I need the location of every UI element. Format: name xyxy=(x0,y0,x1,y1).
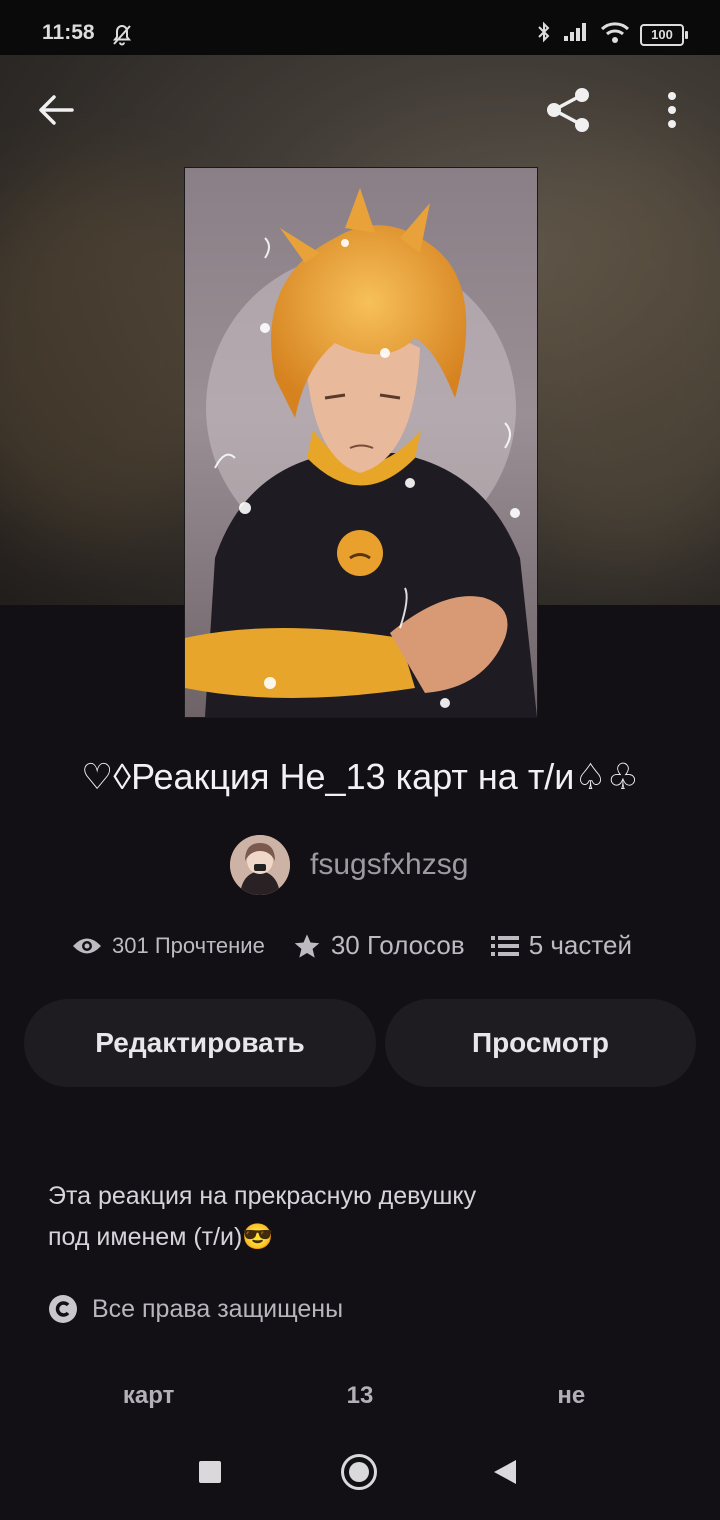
view-button[interactable]: Просмотр xyxy=(385,999,696,1087)
signal-icon xyxy=(562,21,590,48)
system-nav-bar xyxy=(0,1430,720,1520)
battery-indicator: 100 xyxy=(640,23,688,46)
star-icon xyxy=(294,933,320,958)
back-button[interactable] xyxy=(28,82,84,138)
back-arrow-icon xyxy=(39,95,74,125)
author-name[interactable]: fsugsfxhzsg xyxy=(310,848,468,882)
tag-chip[interactable]: 13 xyxy=(259,1368,460,1424)
parts-count: 5 частей xyxy=(528,930,632,960)
list-icon xyxy=(490,935,519,956)
copyright-notice: Все права защищены xyxy=(48,1294,343,1324)
status-time: 11:58 xyxy=(42,21,95,44)
description-line-2: под именем (т/и)😎 xyxy=(48,1223,274,1251)
share-icon xyxy=(547,88,589,132)
votes-stat: 30 Голосов xyxy=(293,930,465,961)
reads-stat: 301 Прочтение xyxy=(72,933,265,959)
story-cover-image[interactable] xyxy=(184,167,538,718)
tag-list: карт 13 не xyxy=(48,1368,672,1424)
wifi-icon xyxy=(600,21,630,48)
status-bar: 11:58 100 xyxy=(0,0,720,55)
home-button[interactable] xyxy=(341,1454,377,1490)
parts-stat: 5 частей xyxy=(490,930,632,961)
recents-button[interactable] xyxy=(199,1461,221,1483)
copyright-text: Все права защищены xyxy=(92,1294,344,1323)
copyright-icon xyxy=(49,1295,77,1323)
edit-button[interactable]: Редактировать xyxy=(24,999,376,1087)
system-back-button[interactable] xyxy=(494,1460,516,1484)
votes-count: 30 Голосов xyxy=(330,930,465,960)
share-button[interactable] xyxy=(540,82,596,138)
eye-icon xyxy=(73,938,101,953)
reads-count: 301 Прочтение xyxy=(112,932,265,958)
author-link[interactable]: fsugsfxhzsg xyxy=(230,835,468,895)
tag-chip[interactable]: не xyxy=(471,1368,672,1424)
description-line-1: Эта реакция на прекрасную девушку xyxy=(48,1182,477,1210)
story-description: Эта реакция на прекрасную девушку под им… xyxy=(48,1176,668,1258)
dnd-bell-icon xyxy=(110,23,134,52)
status-icons: 100 xyxy=(536,20,688,49)
story-stats: 301 Прочтение 30 Голосов 5 частей xyxy=(72,930,632,961)
more-options-button[interactable] xyxy=(644,82,700,138)
avatar[interactable] xyxy=(230,835,290,895)
bluetooth-icon xyxy=(536,20,552,49)
story-title: ♡◊Реакция Не_13 карт на т/и♤♧ xyxy=(81,756,639,797)
more-vert-icon xyxy=(668,92,676,128)
tag-chip[interactable]: карт xyxy=(48,1368,249,1424)
